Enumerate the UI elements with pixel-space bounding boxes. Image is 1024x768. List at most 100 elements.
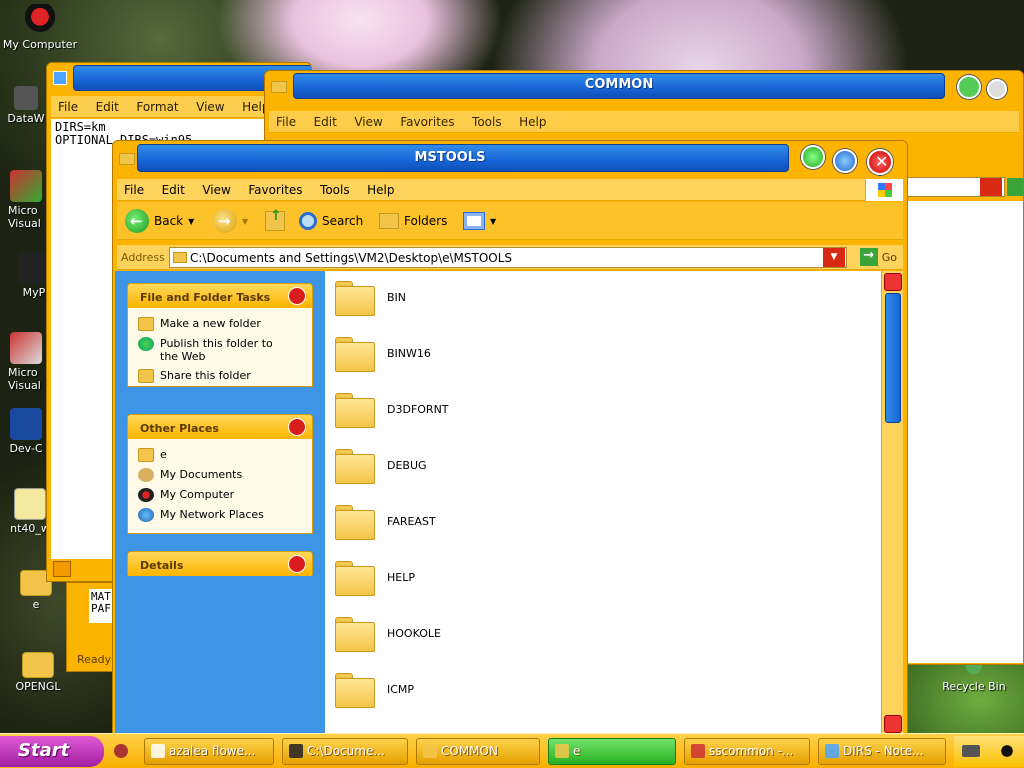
keyboard-icon[interactable] [962,745,980,757]
back-button[interactable]: ← Back ▼ [125,208,194,234]
globe-icon [138,337,154,351]
menu-favorites[interactable]: Favorites [241,179,309,197]
folder-icon [22,652,54,678]
menu-file[interactable]: File [269,111,303,129]
place-my-computer[interactable]: My Computer [128,485,312,505]
task-label: Share this folder [160,369,251,382]
minimize-button[interactable] [801,145,825,169]
folder-icon [335,391,375,428]
taskbar-item[interactable]: COMMON [416,738,540,765]
address-label: Address [121,251,165,264]
folder-item[interactable]: D3DFORNT [335,391,449,428]
place-e[interactable]: e [128,445,312,465]
collapse-icon[interactable] [288,418,306,436]
restore-button[interactable] [987,79,1007,99]
menu-view[interactable]: View [195,179,237,197]
folder-item[interactable]: HELP [335,559,415,596]
menu-view[interactable]: View [347,111,389,129]
folders-icon [379,213,399,229]
expand-icon[interactable] [288,555,306,573]
folder-icon [335,559,375,596]
folder-item[interactable]: BIN [335,279,407,316]
address-value: C:\Documents and Settings\VM2\Desktop\e\… [190,251,513,265]
panel-header[interactable]: File and Folder Tasks [128,284,312,308]
taskbar-item-active[interactable]: e [548,738,676,765]
menu-file[interactable]: File [51,96,85,114]
explorer-titlebar[interactable]: MSTOOLS [113,141,907,175]
start-button[interactable]: Start [0,736,104,767]
menu-format[interactable]: Format [129,96,185,114]
app-shortcut-icon [10,408,42,440]
notepad-icon [53,71,67,85]
task-label: sscommon -... [709,744,794,758]
vertical-scrollbar[interactable] [881,271,903,735]
desktop-icon-label: Micro Visual [8,366,41,392]
go-label: Go [881,250,897,264]
folder-item[interactable]: DEBUG [335,447,427,484]
close-button[interactable]: ✕ [867,149,893,175]
address-input[interactable]: C:\Documents and Settings\VM2\Desktop\e\… [169,247,847,268]
network-places-icon [138,508,154,522]
scroll-down-button[interactable] [884,715,902,733]
panel-title: Other Places [140,422,219,435]
taskbar-item[interactable]: C:\Docume... [282,738,408,765]
taskbar-item[interactable]: azalea flowe... [144,738,274,765]
place-my-network-places[interactable]: My Network Places [128,505,312,525]
command-prompt-icon [289,744,303,758]
collapse-icon[interactable] [288,287,306,305]
system-tray [954,736,1024,767]
taskbar-item[interactable]: DIRS - Note... [818,738,946,765]
status-text: Ready [77,653,112,666]
common-content [905,201,1023,663]
maximize-button[interactable] [833,149,857,173]
folder-item[interactable]: ICMP [335,671,414,708]
task-publish-to-web[interactable]: Publish this folder to the Web [128,334,312,366]
desktop-icon-my-computer[interactable]: My Computer [2,4,78,51]
background-window-fragment[interactable]: MAT PAF Ready [66,582,117,672]
address-dropdown-button[interactable]: ▼ [823,248,845,267]
menu-help[interactable]: Help [360,179,401,197]
panel-header[interactable]: Details [128,552,312,576]
menu-edit[interactable]: Edit [89,96,126,114]
task-label: Publish this folder to the Web [160,337,273,363]
folder-item[interactable]: HOOKOLE [335,615,441,652]
menu-view[interactable]: View [189,96,231,114]
taskbar-item[interactable]: sscommon -... [684,738,810,765]
folder-item[interactable]: BINW16 [335,335,431,372]
menu-help[interactable]: Help [512,111,553,129]
place-my-documents[interactable]: My Documents [128,465,312,485]
folders-button[interactable]: Folders [379,208,447,234]
go-button[interactable]: → Go [859,248,897,266]
forward-button[interactable]: → ▼ [213,208,248,234]
desktop-icon-label: e [32,598,40,611]
folder-item[interactable]: FAREAST [335,503,436,540]
quick-launch-icon[interactable] [114,744,128,758]
panel-header[interactable]: Other Places [128,415,312,439]
common-titlebar[interactable]: COMMON [265,71,1023,101]
scroll-up-button[interactable] [884,273,902,291]
folder-name: BIN [387,290,407,304]
notepad-hscroll-left[interactable] [53,561,71,577]
task-share-folder[interactable]: Share this folder [128,366,312,386]
desktop-icon-opengl[interactable]: OPENGL [0,652,76,693]
menu-edit[interactable]: Edit [155,179,192,197]
desktop-icon-label: Recycle Bin [942,680,1006,693]
views-button[interactable]: ▼ [463,208,496,234]
menu-tools[interactable]: Tools [313,179,357,197]
go-arrow-icon[interactable] [1007,178,1023,196]
scroll-thumb[interactable] [885,293,901,423]
folder-name: HOOKOLE [387,626,441,640]
explorer-window[interactable]: MSTOOLS ✕ File Edit View Favorites Tools… [112,140,908,736]
minimize-button[interactable] [957,75,981,99]
address-dropdown-button[interactable] [980,178,1002,196]
menu-favorites[interactable]: Favorites [393,111,461,129]
mickey-icon[interactable] [998,742,1016,760]
task-make-new-folder[interactable]: Make a new folder [128,314,312,334]
menu-file[interactable]: File [117,179,151,197]
menu-tools[interactable]: Tools [465,111,509,129]
search-button[interactable]: Search [299,208,363,234]
go-arrow-icon: → [859,248,878,266]
menu-edit[interactable]: Edit [307,111,344,129]
up-folder-button[interactable]: ↑ [265,208,285,234]
app-icon [151,744,165,758]
